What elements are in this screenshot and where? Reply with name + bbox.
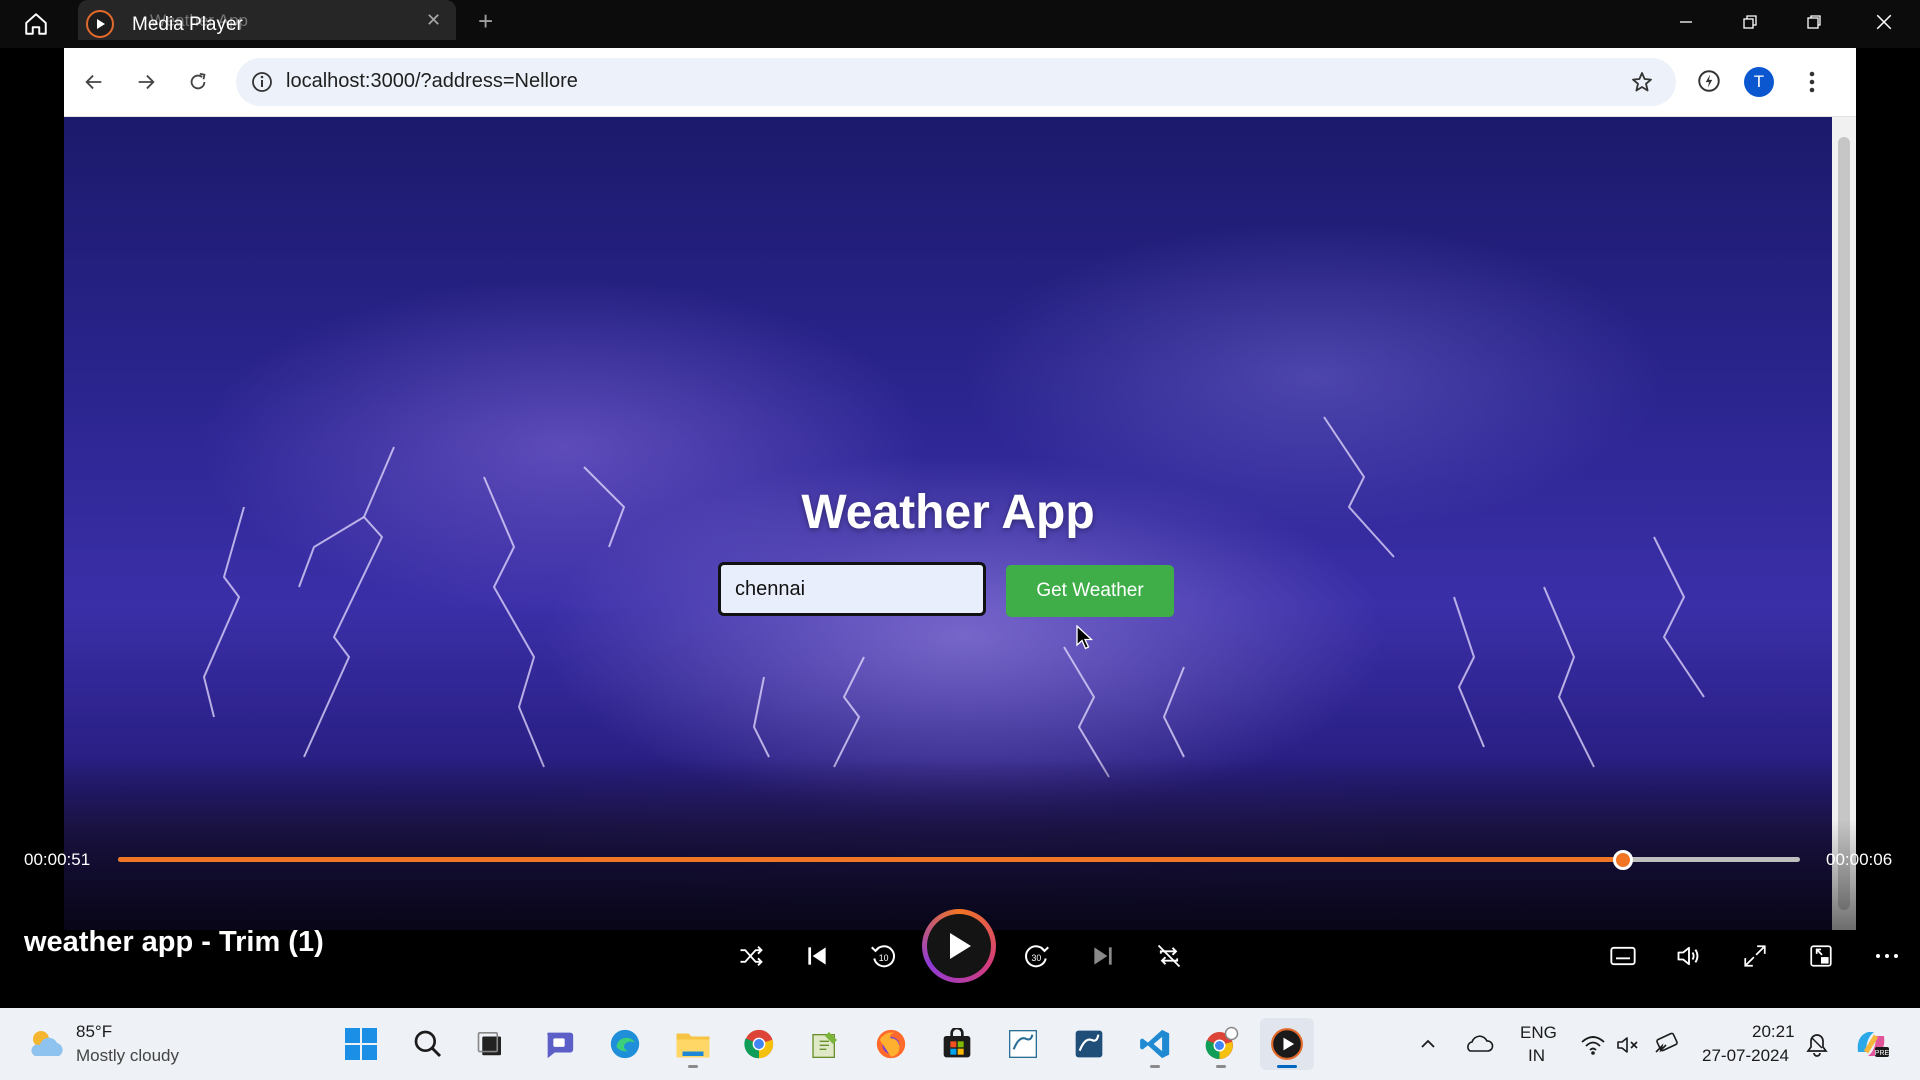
window-title: Media Player (132, 14, 243, 35)
svg-text:PRE: PRE (1875, 1050, 1890, 1057)
browser-menu-icon[interactable] (1808, 70, 1816, 94)
site-info-icon[interactable] (250, 70, 274, 94)
forward-30-icon[interactable]: 30 (1012, 930, 1062, 982)
svg-text:30: 30 (1032, 953, 1042, 963)
remaining-time: 00:00:06 (1826, 850, 1893, 869)
restore-down-icon[interactable] (1782, 0, 1846, 44)
edge-browser-icon[interactable] (598, 1018, 652, 1070)
close-window-icon[interactable] (1852, 0, 1916, 44)
shuffle-icon[interactable] (726, 930, 776, 982)
seek-bar[interactable] (118, 850, 1800, 870)
back-arrow-icon[interactable] (74, 62, 114, 102)
svg-text:10: 10 (879, 953, 889, 963)
microsoft-store-icon[interactable] (930, 1018, 984, 1070)
mysql-workbench-icon[interactable] (1062, 1018, 1116, 1070)
current-time: 00:00:51 (24, 850, 91, 869)
profile-avatar[interactable]: T (1744, 67, 1774, 97)
weather-temperature[interactable]: 85°F (76, 1022, 112, 1042)
input-language[interactable]: ENG (1520, 1023, 1557, 1043)
volume-icon[interactable] (1664, 930, 1714, 982)
file-explorer-icon[interactable] (666, 1018, 720, 1070)
previous-icon[interactable] (792, 930, 842, 982)
page-scrollbar[interactable] (1832, 117, 1856, 930)
clock-date[interactable]: 27-07-2024 (1702, 1046, 1789, 1066)
battery-charging-icon[interactable] (1652, 1032, 1680, 1056)
running-indicator (1150, 1065, 1160, 1068)
home-icon[interactable] (14, 8, 58, 40)
web-page: Weather App Get Weather (64, 117, 1832, 930)
seek-progress (118, 857, 1624, 862)
media-player-titlebar: Weather App ✕ + Media Player (0, 0, 1920, 48)
volume-muted-icon[interactable] (1616, 1034, 1642, 1056)
repeat-off-icon[interactable] (1144, 930, 1194, 982)
vscode-icon[interactable] (1128, 1018, 1182, 1070)
mini-player-icon[interactable] (1796, 930, 1846, 982)
show-hidden-icons-chevron-up-icon[interactable] (1418, 1034, 1438, 1054)
task-view-icon[interactable] (464, 1018, 518, 1070)
windows-start-icon[interactable] (334, 1018, 388, 1070)
running-indicator (688, 1065, 698, 1068)
captions-icon[interactable] (1598, 930, 1648, 982)
forward-arrow-icon[interactable] (126, 62, 166, 102)
active-indicator (1277, 1065, 1297, 1068)
media-player-logo-icon (86, 10, 114, 38)
rewind-10-icon[interactable]: 10 (858, 930, 908, 982)
scrollbar-thumb[interactable] (1838, 137, 1850, 910)
fullscreen-icon[interactable] (1730, 930, 1780, 982)
page-title: Weather App (801, 486, 1095, 539)
input-region[interactable]: IN (1528, 1046, 1545, 1066)
browser-window: localhost:3000/?address=Nellore T Weathe… (64, 48, 1856, 930)
play-button[interactable] (922, 909, 996, 983)
restore-icon[interactable] (1718, 0, 1782, 44)
address-bar[interactable]: localhost:3000/?address=Nellore (236, 58, 1676, 106)
url-text[interactable]: localhost:3000/?address=Nellore (286, 70, 578, 93)
bookmark-star-icon[interactable] (1630, 70, 1654, 94)
running-indicator (1216, 1065, 1226, 1068)
wifi-icon[interactable] (1580, 1034, 1606, 1056)
search-icon[interactable] (401, 1018, 455, 1070)
notepad-plus-plus-icon[interactable] (798, 1018, 852, 1070)
taskbar: 85°F Mostly cloudy ENG IN 20:21 27-07-20… (0, 1008, 1920, 1080)
firefox-icon[interactable] (864, 1018, 918, 1070)
mysql-installer-icon[interactable] (996, 1018, 1050, 1070)
get-weather-button[interactable]: Get Weather (1006, 565, 1174, 617)
media-title: weather app - Trim (1) (24, 926, 324, 958)
play-icon (927, 914, 991, 978)
city-input[interactable] (718, 562, 986, 616)
weather-cloud-sun-icon[interactable] (26, 1026, 66, 1060)
reload-icon[interactable] (178, 62, 218, 102)
notification-bell-icon[interactable] (1805, 1032, 1829, 1058)
weather-condition[interactable]: Mostly cloudy (76, 1046, 179, 1066)
media-player-taskbar-icon[interactable] (1260, 1018, 1314, 1070)
clock-time[interactable]: 20:21 (1752, 1022, 1795, 1042)
tab-close-icon[interactable]: ✕ (426, 10, 441, 31)
teams-chat-icon[interactable] (532, 1018, 586, 1070)
extension-icon[interactable] (1696, 68, 1722, 94)
next-icon[interactable] (1078, 930, 1128, 982)
more-options-icon[interactable] (1862, 930, 1912, 982)
chrome-icon[interactable] (732, 1018, 786, 1070)
new-tab-icon[interactable]: + (478, 6, 493, 37)
minimize-icon[interactable] (1654, 0, 1718, 44)
chrome-profile-icon[interactable] (1194, 1018, 1248, 1070)
mouse-cursor-icon (1076, 625, 1094, 651)
onedrive-cloud-icon[interactable] (1464, 1032, 1494, 1054)
copilot-icon[interactable]: PRE (1852, 1026, 1890, 1062)
browser-toolbar: localhost:3000/?address=Nellore T (64, 48, 1856, 117)
